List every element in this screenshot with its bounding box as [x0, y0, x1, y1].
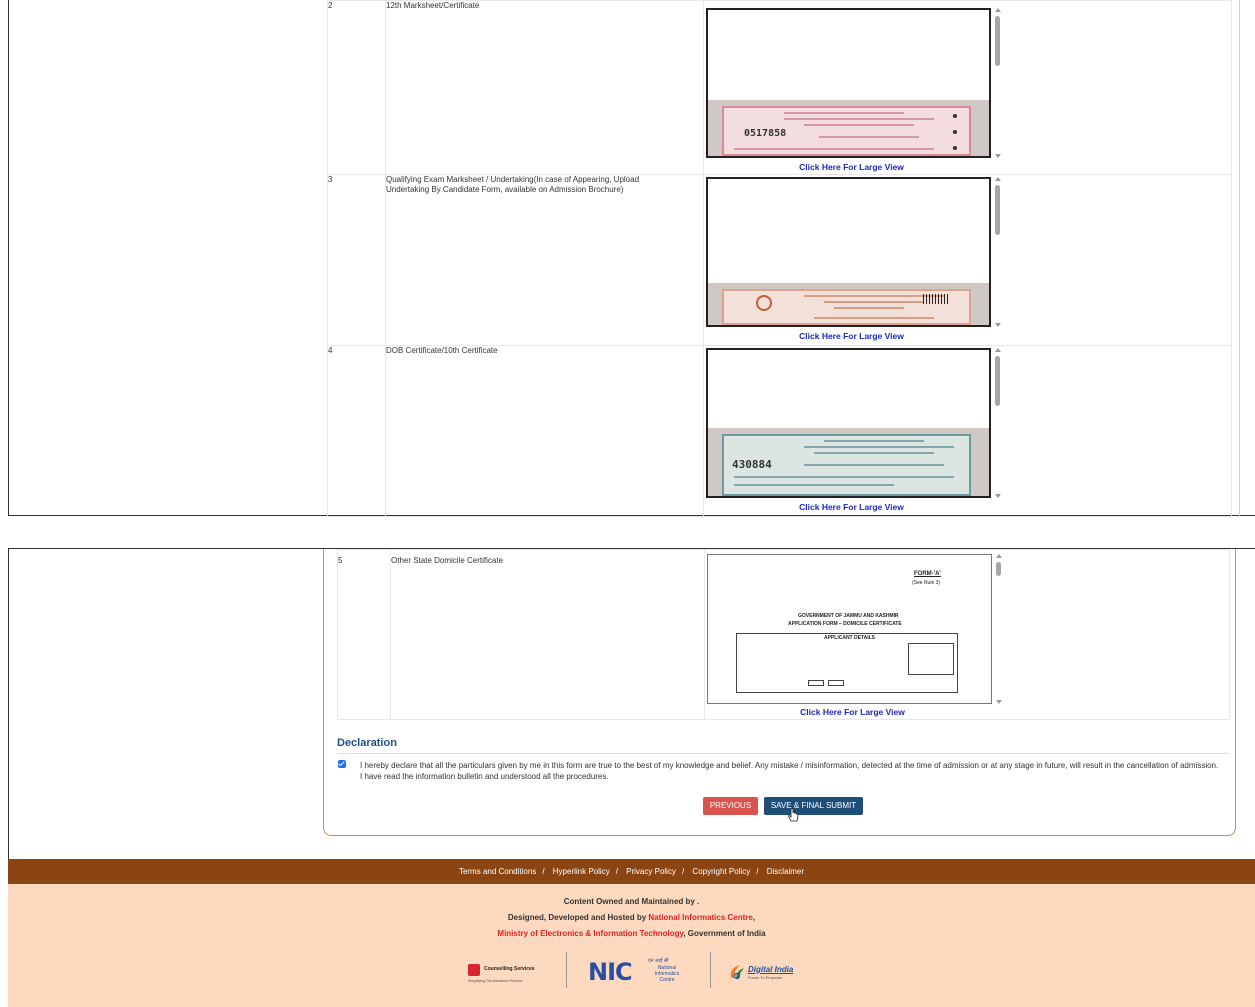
table-row: 5 Other State Domicile Certificate FORM-… — [337, 549, 1230, 720]
footer-link-terms[interactable]: Terms and Conditions — [456, 867, 539, 876]
counselling-services-logo: Counselling Services Simplifying The Adm… — [468, 964, 535, 983]
footer-info: Content Owned and Maintained by . Design… — [8, 884, 1255, 1007]
scroll-up-icon[interactable] — [995, 8, 1001, 12]
footer-owned: Content Owned and Maintained by . — [563, 897, 700, 906]
scroll-thumb[interactable] — [995, 356, 1000, 406]
large-view-link[interactable]: Click Here For Large View — [705, 707, 1000, 717]
scroll-down-icon[interactable] — [995, 494, 1001, 498]
footer-links-bar: Terms and Conditions / Hyperlink Policy / … — [8, 859, 1255, 884]
large-view-link[interactable]: Click Here For Large View — [704, 502, 999, 512]
scroll-thumb[interactable] — [995, 185, 1000, 235]
counselling-logo-icon — [468, 964, 480, 976]
marksheet-image: 0517858 — [708, 100, 989, 156]
table-row: 4 DOB Certificate/10th Certificate 43088… — [327, 345, 1232, 517]
declaration-text: I hereby declare that all the particular… — [360, 761, 1219, 781]
hand-cursor-icon — [788, 808, 799, 822]
save-final-submit-button[interactable]: SAVE & FINAL SUBMIT — [764, 797, 863, 815]
table-row: 3 Qualifying Exam Marksheet / Undertakin… — [327, 174, 1232, 346]
doc-preview-cell: Click Here For Large View — [703, 174, 1232, 346]
doc-number: 2 — [327, 0, 386, 175]
viewer-scrollbar[interactable] — [994, 554, 1004, 704]
previous-button[interactable]: PREVIOUS — [703, 797, 758, 815]
panel-right-border — [1239, 0, 1240, 516]
viewer-scrollbar[interactable] — [993, 348, 1003, 498]
marksheet-image: 430884 — [708, 428, 989, 496]
declaration-title: Declaration — [337, 737, 397, 749]
scroll-thumb[interactable] — [996, 562, 1001, 576]
viewer-scrollbar[interactable] — [993, 177, 1003, 327]
footer-link-disclaimer[interactable]: Disclaimer — [764, 867, 807, 876]
form-subtitle: (See Rule 3) — [912, 580, 941, 586]
divider — [337, 753, 1229, 754]
form-gov: GOVERNMENT OF JAMMU AND KASHMIR — [798, 613, 899, 619]
marksheet-number: 430884 — [732, 458, 772, 471]
nic-logo: NIC एन आई सी National Informatics Centre — [588, 958, 680, 986]
doc-preview-cell: 430884 Click Here For Large View — [703, 345, 1232, 517]
doc-number: 5 — [337, 549, 391, 720]
document-viewer[interactable]: FORM-'A' (See Rule 3) GOVERNMENT OF JAMM… — [707, 554, 992, 704]
digital-india-icon — [730, 965, 744, 980]
footer-ministry: Ministry of Electronics & Information Te… — [497, 929, 766, 938]
table-row: 2 12th Marksheet/Certificate 0517858 Cli… — [327, 0, 1232, 175]
form-title: FORM-'A' — [914, 571, 941, 577]
digital-india-logo: Digital India Power To Empower — [726, 952, 816, 988]
form-section: APPLICANT DETAILS — [824, 635, 876, 641]
scroll-thumb[interactable] — [995, 16, 1000, 66]
scroll-down-icon[interactable] — [996, 700, 1002, 704]
large-view-link[interactable]: Click Here For Large View — [704, 162, 999, 172]
doc-number: 3 — [327, 174, 386, 346]
doc-name: 12th Marksheet/Certificate — [385, 0, 704, 175]
doc-preview-cell: FORM-'A' (See Rule 3) GOVERNMENT OF JAMM… — [704, 549, 1230, 720]
large-view-link[interactable]: Click Here For Large View — [704, 331, 999, 341]
doc-number: 4 — [327, 345, 386, 517]
marksheet-image — [708, 283, 989, 325]
scroll-down-icon[interactable] — [995, 154, 1001, 158]
barcode-icon — [923, 294, 949, 304]
footer-designed: Designed, Developed and Hosted by Nation… — [507, 913, 756, 922]
footer-link-copyright[interactable]: Copyright Policy — [689, 867, 753, 876]
documents-table-top: 2 12th Marksheet/Certificate 0517858 Cli… — [327, 0, 1232, 517]
doc-name: DOB Certificate/10th Certificate — [385, 345, 704, 517]
scroll-up-icon[interactable] — [995, 348, 1001, 352]
domicile-form-image: FORM-'A' (See Rule 3) GOVERNMENT OF JAMM… — [708, 555, 991, 703]
footer-link-privacy[interactable]: Privacy Policy — [623, 867, 679, 876]
scroll-up-icon[interactable] — [996, 554, 1002, 558]
doc-name: Other State Domicile Certificate — [390, 549, 705, 720]
document-viewer[interactable]: 430884 — [706, 348, 991, 498]
form-app-title: APPLICATION FORM – DOMICILE CERTIFICATE — [788, 621, 902, 627]
doc-preview-cell: 0517858 Click Here For Large View — [703, 0, 1232, 175]
document-viewer[interactable]: 0517858 — [706, 8, 991, 158]
footer-link-hyperlink[interactable]: Hyperlink Policy — [550, 867, 613, 876]
viewer-scrollbar[interactable] — [993, 8, 1003, 158]
marksheet-number: 0517858 — [744, 128, 787, 139]
university-seal-icon — [756, 295, 772, 311]
scroll-down-icon[interactable] — [995, 323, 1001, 327]
documents-table-bottom: 5 Other State Domicile Certificate FORM-… — [337, 549, 1230, 720]
declaration-checkbox[interactable] — [338, 760, 346, 768]
doc-name: Qualifying Exam Marksheet / Undertaking(… — [385, 174, 704, 346]
scroll-up-icon[interactable] — [995, 177, 1001, 181]
document-viewer[interactable] — [706, 177, 991, 327]
